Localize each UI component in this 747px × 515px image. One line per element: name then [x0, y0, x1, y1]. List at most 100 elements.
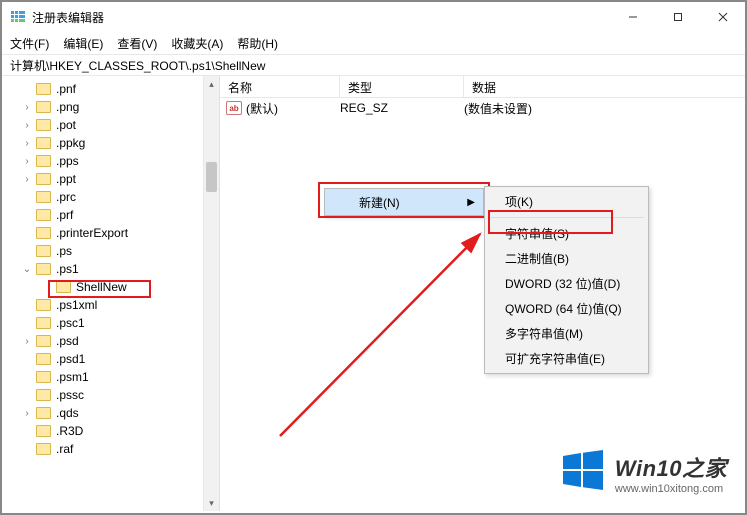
minimize-button[interactable] — [610, 2, 655, 32]
menu-item[interactable]: 可扩充字符串值(E) — [485, 346, 648, 371]
cell-type: REG_SZ — [340, 101, 464, 115]
cell-name: (默认) — [246, 100, 340, 117]
watermark-url: www.win10xitong.com — [615, 483, 723, 495]
expander-icon[interactable]: › — [22, 138, 32, 149]
tree-node[interactable]: › .pps — [12, 152, 219, 170]
list-header: 名称 类型 数据 — [220, 76, 745, 98]
col-data[interactable]: 数据 — [464, 76, 745, 97]
tree-node-label: .pot — [56, 118, 76, 132]
folder-icon — [36, 191, 51, 203]
tree-node[interactable]: .R3D — [12, 422, 219, 440]
tree-node-label: .prc — [56, 190, 76, 204]
content: .pnf›.png›.pot›.ppkg›.pps›.ppt.prc.prf.p… — [2, 76, 745, 511]
cell-data: (数值未设置) — [464, 100, 532, 117]
close-button[interactable] — [700, 2, 745, 32]
col-type[interactable]: 类型 — [340, 76, 464, 97]
tree-pane[interactable]: .pnf›.png›.pot›.ppkg›.pps›.ppt.prc.prf.p… — [2, 76, 220, 511]
tree-node-label: .ps1 — [56, 262, 79, 276]
folder-icon — [36, 119, 51, 131]
folder-icon — [36, 263, 51, 275]
menu-item[interactable]: DWORD (32 位)值(D) — [485, 271, 648, 296]
menu-favorites[interactable]: 收藏夹(A) — [171, 35, 223, 52]
tree-node-label: .printerExport — [56, 226, 128, 240]
menu-edit[interactable]: 编辑(E) — [63, 35, 103, 52]
tree-node-label: .qds — [56, 406, 79, 420]
menu-item-new[interactable]: 新建(N) ▶ — [325, 189, 483, 215]
tree-node[interactable]: ›.ppt — [12, 170, 219, 188]
list-row[interactable]: ab (默认) REG_SZ (数值未设置) — [220, 98, 745, 118]
tree-node[interactable]: .pnf — [12, 80, 219, 98]
scroll-down-icon[interactable]: ▾ — [204, 495, 219, 511]
tree-node[interactable]: ›.psd — [12, 332, 219, 350]
folder-icon — [36, 155, 51, 167]
menu-item[interactable]: 二进制值(B) — [485, 246, 648, 271]
folder-icon — [36, 389, 51, 401]
tree-node[interactable]: .psm1 — [12, 368, 219, 386]
tree-node[interactable]: .raf — [12, 440, 219, 458]
menu-separator — [489, 217, 644, 218]
tree-node-label: .psc1 — [56, 316, 85, 330]
tree-node[interactable]: .ps1xml — [12, 296, 219, 314]
tree-node-label: .prf — [56, 208, 73, 222]
expander-icon[interactable]: › — [22, 174, 32, 185]
titlebar: 注册表编辑器 — [2, 2, 745, 32]
context-submenu-types: 项(K) 字符串值(S)二进制值(B)DWORD (32 位)值(D)QWORD … — [484, 186, 649, 374]
tree-node-label: .ps1xml — [56, 298, 97, 312]
folder-icon — [36, 371, 51, 383]
menu-item[interactable]: QWORD (64 位)值(Q) — [485, 296, 648, 321]
menubar: 文件(F) 编辑(E) 查看(V) 收藏夹(A) 帮助(H) — [2, 32, 745, 54]
scroll-up-icon[interactable]: ▴ — [204, 76, 219, 92]
tree-node[interactable]: .pssc — [12, 386, 219, 404]
tree-node[interactable]: .psd1 — [12, 350, 219, 368]
tree-node[interactable]: .printerExport — [12, 224, 219, 242]
tree-node-label: .pps — [56, 154, 79, 168]
folder-icon — [36, 407, 51, 419]
expander-icon[interactable]: ⌄ — [22, 264, 32, 275]
folder-icon — [56, 281, 71, 293]
folder-icon — [36, 317, 51, 329]
menu-item[interactable]: 项(K) — [485, 189, 648, 214]
window-title: 注册表编辑器 — [32, 9, 610, 26]
folder-icon — [36, 137, 51, 149]
expander-icon[interactable]: › — [22, 120, 32, 131]
tree-scrollbar[interactable]: ▴ ▾ — [203, 76, 219, 511]
window: 注册表编辑器 文件(F) 编辑(E) 查看(V) 收藏夹(A) 帮助(H) 计算… — [0, 0, 747, 515]
menu-file[interactable]: 文件(F) — [10, 35, 49, 52]
expander-icon[interactable]: › — [22, 102, 32, 113]
menu-item[interactable]: 多字符串值(M) — [485, 321, 648, 346]
folder-icon — [36, 353, 51, 365]
tree-node[interactable]: .ps — [12, 242, 219, 260]
folder-icon — [36, 83, 51, 95]
address-bar[interactable]: 计算机\HKEY_CLASSES_ROOT\.ps1\ShellNew — [2, 54, 745, 76]
folder-icon — [36, 173, 51, 185]
col-name[interactable]: 名称 — [220, 76, 340, 97]
folder-icon — [36, 101, 51, 113]
tree-node[interactable]: .psc1 — [12, 314, 219, 332]
tree-node-label: .psm1 — [56, 370, 89, 384]
tree-node[interactable]: › .pot — [12, 116, 219, 134]
menu-help[interactable]: 帮助(H) — [237, 35, 278, 52]
tree-node[interactable]: .prc — [12, 188, 219, 206]
folder-icon — [36, 227, 51, 239]
menu-item[interactable]: 字符串值(S) — [485, 221, 648, 246]
expander-icon[interactable]: › — [22, 156, 32, 167]
windows-logo-icon — [561, 448, 605, 497]
tree-node[interactable]: ⌄ .ps1 — [12, 260, 219, 278]
expander-icon[interactable]: › — [22, 336, 32, 347]
expander-icon[interactable]: › — [22, 408, 32, 419]
list-pane: 名称 类型 数据 ab (默认) REG_SZ (数值未设置) 新建(N) ▶ … — [220, 76, 745, 511]
watermark-brand: Win10之家 — [615, 451, 727, 483]
tree-node-label: .R3D — [56, 424, 83, 438]
tree-node[interactable]: ShellNew — [32, 278, 219, 296]
folder-icon — [36, 209, 51, 221]
folder-icon — [36, 425, 51, 437]
tree-node[interactable]: ›.png — [12, 98, 219, 116]
tree-node[interactable]: ›.ppkg — [12, 134, 219, 152]
tree-node[interactable]: .prf — [12, 206, 219, 224]
maximize-button[interactable] — [655, 2, 700, 32]
tree-node-label: .pnf — [56, 82, 76, 96]
tree-node[interactable]: › .qds — [12, 404, 219, 422]
scroll-thumb[interactable] — [206, 162, 217, 192]
tree-node-label: ShellNew — [76, 280, 127, 294]
menu-view[interactable]: 查看(V) — [117, 35, 157, 52]
